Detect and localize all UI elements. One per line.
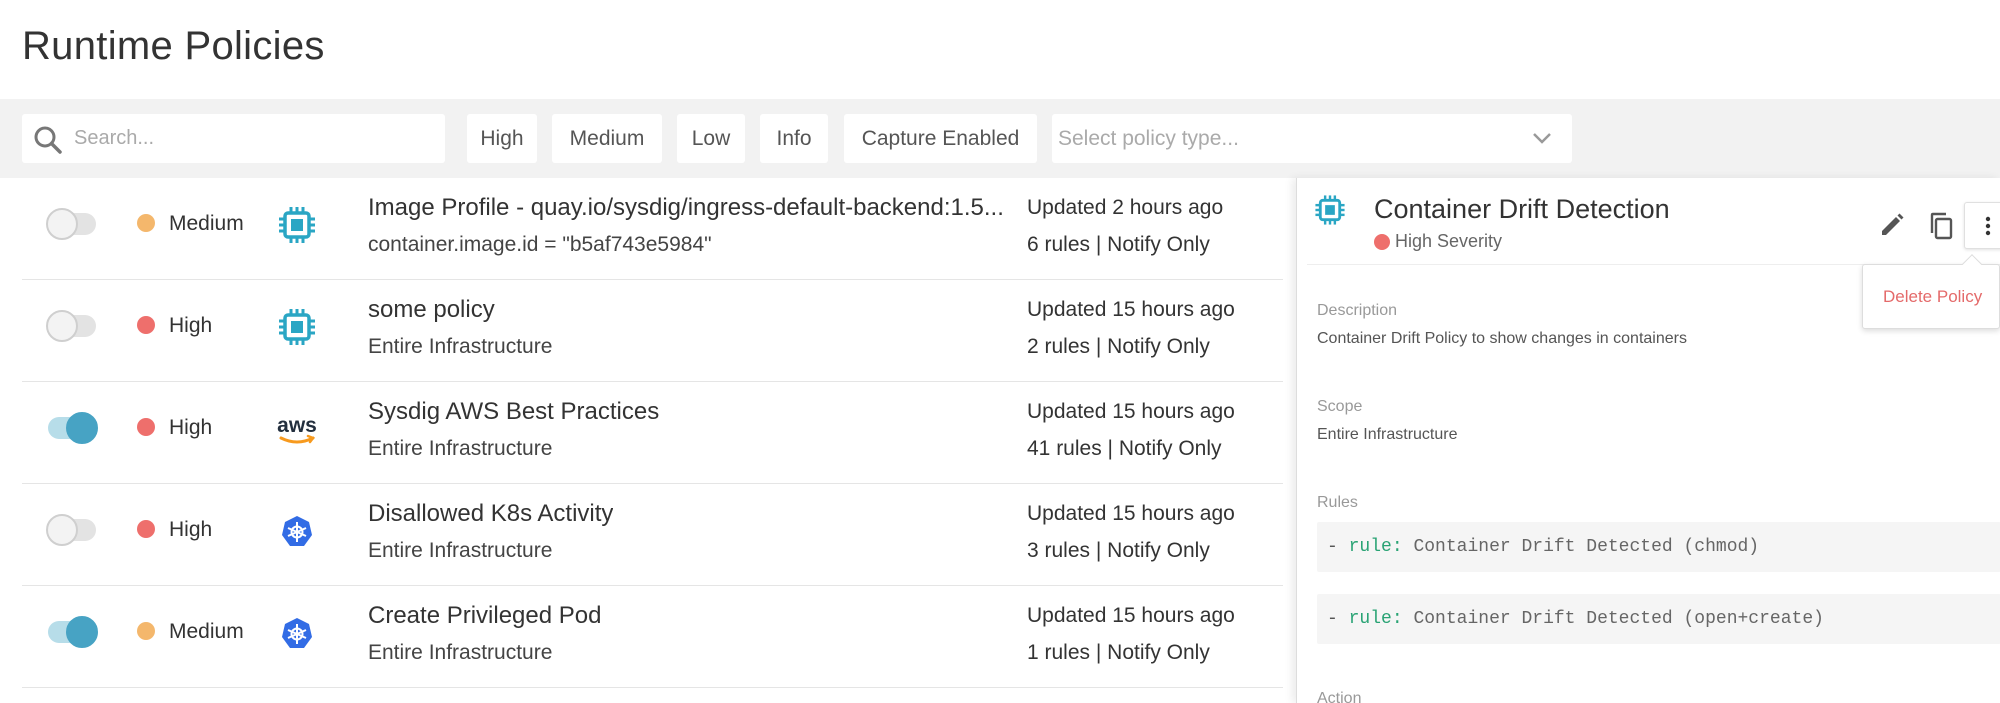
severity-dot	[137, 418, 155, 436]
page-title: Runtime Policies	[22, 24, 325, 68]
action-label: Action	[1317, 690, 1362, 703]
filter-chip-low[interactable]: Low	[677, 114, 745, 163]
filter-chip-high[interactable]: High	[467, 114, 537, 163]
policy-enable-toggle[interactable]	[46, 514, 96, 546]
search-box[interactable]	[22, 114, 445, 163]
rule-key: rule:	[1348, 537, 1403, 557]
delete-policy-menu-item[interactable]: Delete Policy	[1883, 287, 1982, 307]
policy-row[interactable]: High Disallowed K8s Activity Entire Infr…	[22, 484, 1283, 586]
kubernetes-icon	[282, 516, 312, 546]
svg-text:aws: aws	[277, 414, 317, 437]
severity-label: High	[169, 518, 213, 541]
detail-title: Container Drift Detection	[1374, 194, 1670, 224]
aws-icon: aws	[277, 414, 317, 444]
detail-severity: High Severity	[1395, 231, 1503, 251]
description-value: Container Drift Policy to show changes i…	[1317, 330, 1687, 347]
rule-value: Container Drift Detected (open+create)	[1413, 609, 1824, 629]
severity-dot	[137, 520, 155, 538]
severity-dot	[137, 622, 155, 640]
policy-scope: Entire Infrastructure	[368, 335, 553, 358]
policy-row[interactable]: High aws Sysdig AWS Best Practices Entir…	[22, 382, 1283, 484]
policy-rules-summary: 6 rules | Notify Only	[1027, 233, 1210, 256]
filter-chip-medium[interactable]: Medium	[552, 114, 662, 163]
policy-enable-toggle[interactable]	[46, 208, 96, 240]
container-icon	[1315, 195, 1345, 225]
severity-label: Medium	[169, 212, 244, 235]
policy-name[interactable]: Create Privileged Pod	[368, 602, 601, 630]
policy-updated: Updated 15 hours ago	[1027, 298, 1235, 321]
policy-name[interactable]: Sysdig AWS Best Practices	[368, 398, 659, 426]
search-input[interactable]	[74, 114, 434, 163]
policy-type-placeholder: Select policy type...	[1058, 127, 1239, 150]
policy-scope: Entire Infrastructure	[368, 539, 553, 562]
filter-chip-info[interactable]: Info	[760, 114, 828, 163]
container-icon	[279, 207, 315, 243]
chevron-down-icon	[1533, 133, 1551, 144]
policy-enable-toggle[interactable]	[46, 310, 96, 342]
filter-chip-capture-enabled[interactable]: Capture Enabled	[844, 114, 1037, 163]
rules-label: Rules	[1317, 494, 1358, 511]
scope-label: Scope	[1317, 398, 1363, 415]
rule-dash: -	[1327, 609, 1338, 629]
policy-scope: Entire Infrastructure	[368, 437, 553, 460]
description-label: Description	[1317, 302, 1398, 319]
more-options-menu: Delete Policy	[1862, 254, 2000, 329]
severity-dot	[137, 316, 155, 334]
scope-value: Entire Infrastructure	[1317, 426, 1458, 443]
policy-updated: Updated 15 hours ago	[1027, 604, 1235, 627]
severity-dot	[137, 214, 155, 232]
policy-list: Medium Image Profile - quay.io/sysdig/in…	[22, 178, 1283, 688]
policy-scope: Entire Infrastructure	[368, 641, 553, 664]
policy-scope: container.image.id = "b5af743e5984"	[368, 233, 712, 256]
more-vertical-icon	[1985, 216, 1991, 236]
kubernetes-icon	[282, 618, 312, 648]
rule-key: rule:	[1348, 609, 1403, 629]
policy-rules-summary: 3 rules | Notify Only	[1027, 539, 1210, 562]
policy-rules-summary: 41 rules | Notify Only	[1027, 437, 1222, 460]
edit-pencil-icon[interactable]	[1874, 208, 1910, 244]
rule-dash: -	[1327, 537, 1338, 557]
rule-value: Container Drift Detected (chmod)	[1413, 537, 1760, 557]
rule-entry: - rule: Container Drift Detected (chmod)	[1317, 522, 2000, 572]
policy-name[interactable]: Image Profile - quay.io/sysdig/ingress-d…	[368, 194, 1004, 222]
severity-label: High	[169, 416, 213, 439]
policy-updated: Updated 15 hours ago	[1027, 502, 1235, 525]
more-options-button[interactable]	[1964, 202, 2000, 249]
policy-enable-toggle[interactable]	[48, 412, 98, 444]
policy-updated: Updated 2 hours ago	[1027, 196, 1224, 219]
policy-rules-summary: 2 rules | Notify Only	[1027, 335, 1210, 358]
severity-label: High	[169, 314, 213, 337]
page-header: Runtime Policies	[0, 0, 2000, 99]
policy-row[interactable]: Medium Create Privileged Pod Entire Infr…	[22, 586, 1283, 688]
policy-updated: Updated 15 hours ago	[1027, 400, 1235, 423]
filter-bar: High Medium Low Info Capture Enabled Sel…	[0, 99, 2000, 178]
policy-type-select[interactable]: Select policy type...	[1052, 114, 1572, 163]
copy-icon[interactable]	[1924, 208, 1960, 244]
container-icon	[279, 309, 315, 345]
policy-row[interactable]: Medium Image Profile - quay.io/sysdig/in…	[22, 178, 1283, 280]
policy-enable-toggle[interactable]	[48, 616, 98, 648]
policy-row[interactable]: High some policy Entire Infrastructure U…	[22, 280, 1283, 382]
policy-name[interactable]: Disallowed K8s Activity	[368, 500, 613, 528]
rule-entry: - rule: Container Drift Detected (open+c…	[1317, 594, 2000, 644]
policy-name[interactable]: some policy	[368, 296, 495, 324]
search-icon	[34, 126, 62, 154]
policy-detail-panel: Container Drift Detection High Severity …	[1296, 178, 2000, 703]
severity-label: Medium	[169, 620, 244, 643]
severity-dot	[1374, 234, 1390, 250]
detail-header: Container Drift Detection High Severity	[1307, 178, 2000, 265]
policy-rules-summary: 1 rules | Notify Only	[1027, 641, 1210, 664]
